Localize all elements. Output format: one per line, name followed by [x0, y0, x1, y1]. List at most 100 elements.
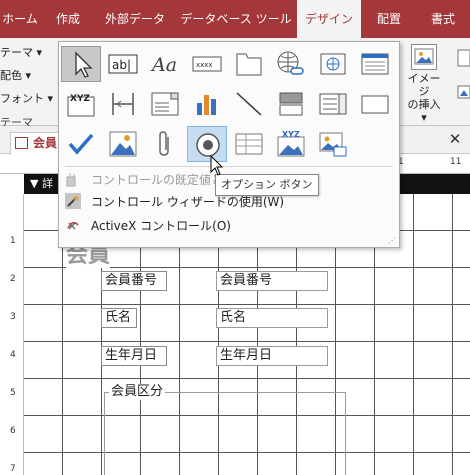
name-label[interactable]: 氏名 — [101, 308, 137, 328]
combo-box-icon — [151, 92, 179, 116]
tooltip: オプション ボタン — [215, 174, 319, 196]
member-number-label[interactable]: 会員番号 — [101, 271, 167, 291]
themes-button[interactable]: テーマ ▾ — [0, 44, 42, 60]
unbound-object-frame-icon — [109, 131, 137, 157]
gallery-item-chart[interactable] — [187, 86, 227, 122]
ruler-number: 2 — [10, 274, 16, 284]
name-textbox[interactable]: 氏名 — [216, 308, 328, 328]
page-break-icon — [112, 93, 134, 115]
subform-icon — [235, 133, 263, 155]
edge-icon-2[interactable] — [456, 82, 470, 104]
tab-control-icon — [236, 53, 262, 76]
gallery-item-tab-control[interactable] — [229, 46, 269, 82]
gallery-item-bound-object[interactable]: XYZ — [271, 126, 311, 162]
gallery-item-page-break[interactable] — [103, 86, 143, 122]
gallery-item-unbound-object[interactable] — [103, 126, 143, 162]
insert-image-label-1: イメージ — [407, 72, 441, 98]
birthdate-label[interactable]: 生年月日 — [101, 346, 167, 366]
rectangle-icon — [361, 95, 389, 114]
select-pointer-icon — [75, 51, 93, 78]
controls-gallery: ab| Aa xxxx XYZ XYZ コントロールの既定値とし コントロール … — [58, 41, 400, 248]
gallery-item-textbox[interactable]: ab| — [103, 46, 143, 82]
mouse-cursor-icon — [210, 155, 224, 176]
menu-item-label: ActiveX コントロール(O) — [91, 219, 231, 233]
gallery-item-option-group[interactable]: XYZ — [61, 86, 101, 122]
gallery-item-navigation[interactable] — [355, 46, 395, 82]
label-icon: Aa — [150, 54, 177, 76]
option-group-icon-text: XYZ — [70, 94, 90, 104]
web-browser-icon — [320, 53, 346, 75]
gallery-item-checkbox[interactable] — [61, 126, 101, 162]
tab-database-tools[interactable]: データベース ツール — [180, 0, 292, 38]
gallery-item-toggle-button[interactable] — [271, 86, 311, 122]
section-arrow-icon: ▼ — [30, 177, 39, 190]
edge-icon-1[interactable] — [456, 48, 470, 70]
option-group-frame[interactable] — [104, 392, 346, 475]
button-icon-text: xxxx — [196, 61, 213, 69]
colors-button[interactable]: 配色 ▾ — [0, 67, 31, 83]
button-icon: xxxx — [192, 56, 222, 72]
toggle-button-icon — [279, 92, 303, 116]
tab-home[interactable]: ホーム — [0, 0, 40, 38]
ruler-number: 11 — [450, 157, 462, 167]
birthdate-textbox[interactable]: 生年月日 — [216, 346, 328, 366]
gallery-item-web-browser[interactable] — [313, 46, 353, 82]
gallery-item-list-box[interactable] — [313, 86, 353, 122]
attachment-icon — [159, 131, 169, 156]
navigation-control-icon — [361, 53, 389, 75]
insert-image-button[interactable]: イメージ の挿入 ▾ — [404, 44, 444, 124]
tab-design[interactable]: デザイン — [297, 0, 361, 39]
ruler-number: 1 — [10, 236, 16, 246]
chart-icon-bar — [204, 95, 209, 115]
ruler-number: 5 — [10, 388, 16, 398]
hyperlink-icon — [277, 51, 304, 75]
menu-item-activex[interactable]: ActiveX コントロール(O) — [63, 214, 393, 236]
fonts-button[interactable]: フォント ▾ — [0, 90, 53, 106]
ruler-number: 4 — [10, 350, 16, 360]
gallery-item-hyperlink[interactable] — [271, 46, 311, 82]
gallery-item-label[interactable]: Aa — [145, 46, 185, 82]
member-number-textbox[interactable]: 会員番号 — [216, 271, 328, 291]
document-tab[interactable]: 会員 — [10, 132, 65, 154]
set-default-icon — [66, 173, 76, 187]
textbox-icon-text: ab| — [112, 58, 131, 72]
bound-object-frame-icon: XYZ — [277, 130, 305, 157]
chart-icon — [197, 95, 216, 115]
tab-create[interactable]: 作成 — [46, 0, 90, 38]
resize-grip-icon[interactable]: ⋰ — [388, 236, 396, 245]
form-icon — [15, 137, 28, 149]
gallery-item-button[interactable]: xxxx — [187, 46, 227, 82]
gallery-separator — [65, 166, 393, 167]
gallery-item-image[interactable] — [313, 126, 353, 162]
ruler-number: 6 — [10, 426, 16, 436]
close-icon[interactable]: ✕ — [447, 131, 463, 147]
ribbon-tab-bar: ホーム 作成 外部データ データベース ツール デザイン 配置 書式 — [0, 0, 470, 39]
gallery-item-line[interactable] — [229, 86, 269, 122]
wizard-icon — [65, 193, 81, 209]
gallery-item-select[interactable] — [61, 46, 101, 82]
textbox-icon: ab| — [108, 54, 138, 74]
chart-icon-bar — [197, 103, 202, 115]
chart-icon-bar — [211, 99, 216, 115]
checkbox-icon — [68, 133, 94, 155]
gallery-item-combo-box[interactable] — [145, 86, 185, 122]
option-group-title[interactable]: 会員区分 — [109, 384, 166, 400]
vertical-ruler: 1 2 3 4 5 6 7 — [0, 194, 24, 475]
insert-image-icon — [411, 44, 437, 70]
label-icon-text: Aa — [150, 54, 177, 76]
document-tab-label: 会員 — [33, 136, 58, 150]
insert-image-label-2: の挿入 ▾ — [407, 98, 441, 124]
option-group-icon: XYZ — [67, 94, 95, 117]
image-icon — [319, 132, 347, 157]
tab-arrange[interactable]: 配置 — [366, 0, 412, 38]
gallery-item-rectangle[interactable] — [355, 86, 395, 122]
activex-icon — [67, 221, 79, 230]
list-box-icon — [319, 93, 347, 115]
ruler-number: 7 — [10, 464, 16, 474]
bound-object-icon-text: XYZ — [282, 130, 300, 139]
gallery-item-subform[interactable] — [229, 126, 269, 162]
tab-external-data[interactable]: 外部データ — [98, 0, 172, 38]
ruler-number: 3 — [10, 312, 16, 322]
tab-format[interactable]: 書式 — [418, 0, 468, 38]
gallery-item-attachment[interactable] — [145, 126, 185, 162]
